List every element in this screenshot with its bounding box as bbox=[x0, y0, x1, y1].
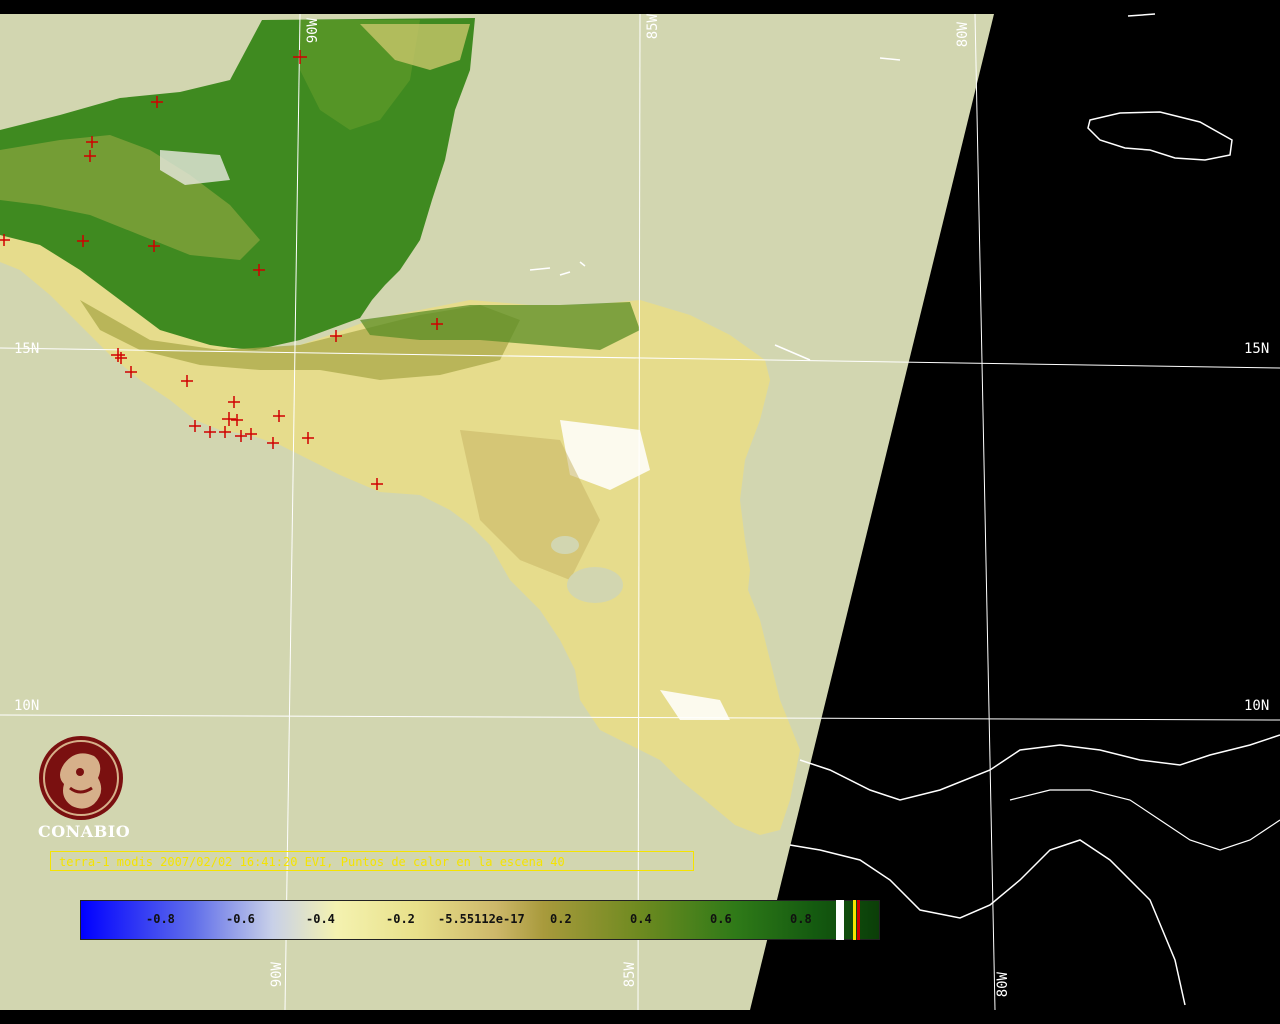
lat-label-10n-left: 10N bbox=[14, 698, 40, 714]
colorbar-yellow-swatch bbox=[853, 900, 856, 940]
lon-label-80w-top: 80W bbox=[955, 22, 971, 48]
scene-caption: terra-1 modis 2007/02/02 16:41:20 EVI, P… bbox=[50, 851, 694, 871]
colorbar-red-swatch bbox=[857, 900, 860, 940]
lon-label-90w-top: 90W bbox=[305, 18, 321, 44]
colorbar-label: -0.2 bbox=[386, 912, 415, 926]
colorbar-label: -5.55112e-17 bbox=[438, 912, 525, 926]
colorbar-label: -0.8 bbox=[146, 912, 175, 926]
colorbar-label: -0.4 bbox=[306, 912, 335, 926]
conabio-logo-text: CONABIO bbox=[38, 822, 131, 841]
lon-label-80w-bottom: 80W bbox=[995, 972, 1011, 998]
lat-label-10n-right: 10N bbox=[1244, 698, 1270, 714]
colorbar-label: 0.8 bbox=[790, 912, 812, 926]
lon-label-85w-bottom: 85W bbox=[622, 962, 638, 988]
lat-label-15n-right: 15N bbox=[1244, 341, 1270, 357]
lat-label-15n-left: 15N bbox=[14, 341, 40, 357]
colorbar-label: 0.6 bbox=[710, 912, 732, 926]
lon-label-85w-top: 85W bbox=[645, 14, 661, 40]
colorbar-label: 0.2 bbox=[550, 912, 572, 926]
colorbar-white-swatch bbox=[836, 900, 844, 940]
lon-label-90w-bottom: 90W bbox=[269, 962, 285, 988]
colorbar-label: -0.6 bbox=[226, 912, 255, 926]
colorbar-label: 0.4 bbox=[630, 912, 652, 926]
